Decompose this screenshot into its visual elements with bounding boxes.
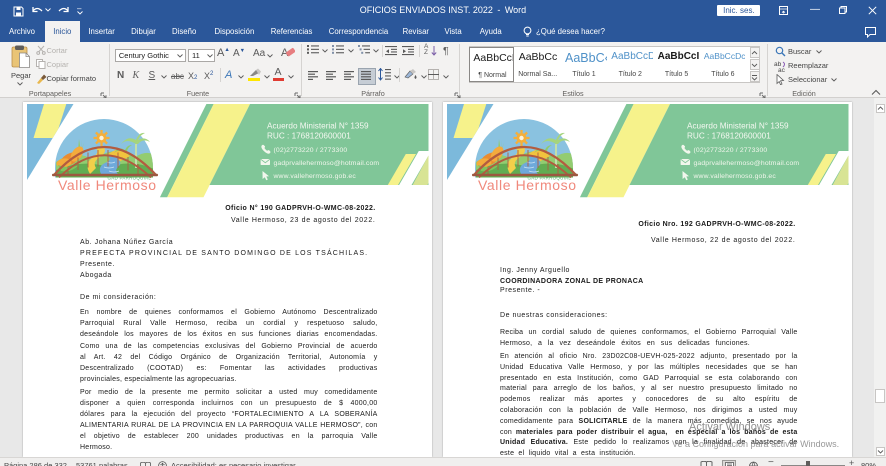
svg-text:Valle Hermoso: Valle Hermoso — [58, 177, 157, 193]
svg-text:RUC : 1768120600001: RUC : 1768120600001 — [687, 132, 771, 141]
svg-text:(02)2773220 / 2773300: (02)2773220 / 2773300 — [694, 147, 768, 154]
svg-text:ac: ac — [778, 67, 786, 72]
svg-text:Valle Hermoso: Valle Hermoso — [478, 177, 577, 193]
svg-text:RUC : 1768120600001: RUC : 1768120600001 — [267, 132, 351, 141]
svg-text:(02)2773220 / 2773300: (02)2773220 / 2773300 — [274, 147, 348, 154]
svg-text:www.vallehermoso.gob.ec: www.vallehermoso.gob.ec — [693, 173, 777, 180]
svg-text:gadprvallehermoso@hotmail.com: gadprvallehermoso@hotmail.com — [694, 160, 800, 167]
svg-text:Acuerdo Ministerial N° 1359: Acuerdo Ministerial N° 1359 — [687, 122, 789, 131]
svg-text:www.vallehermoso.gob.ec: www.vallehermoso.gob.ec — [273, 173, 357, 180]
svg-text:gadprvallehermoso@hotmail.com: gadprvallehermoso@hotmail.com — [274, 160, 380, 167]
svg-text:Acuerdo Ministerial N° 1359: Acuerdo Ministerial N° 1359 — [267, 122, 369, 131]
